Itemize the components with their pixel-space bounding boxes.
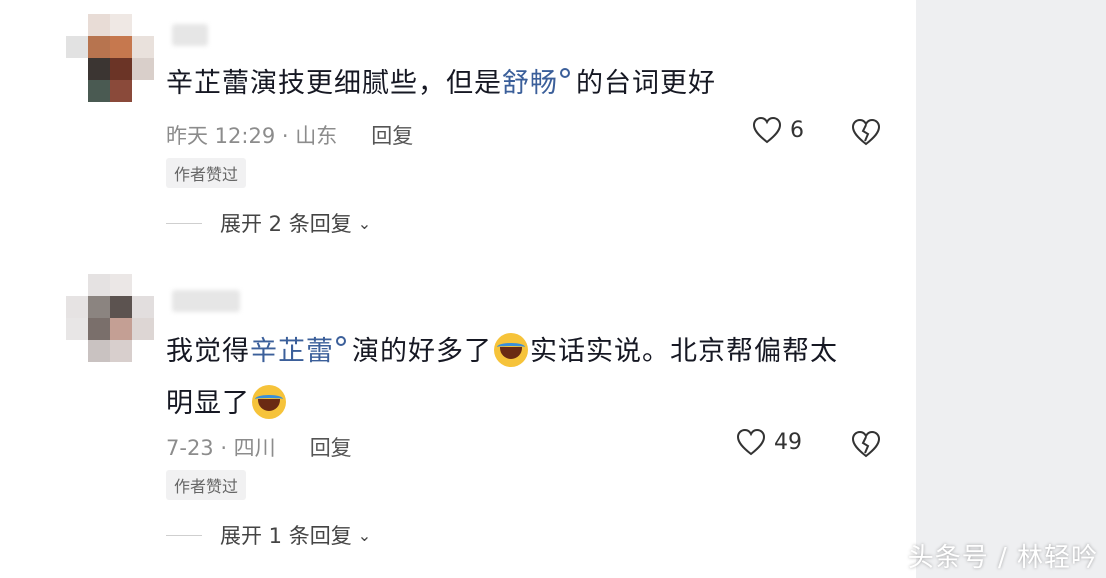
avatar[interactable] (66, 14, 154, 102)
search-icon[interactable] (560, 68, 570, 78)
divider (166, 534, 202, 536)
dislike-icon[interactable] (851, 429, 881, 459)
search-highlight[interactable]: 辛芷蕾 (250, 336, 334, 367)
laughing-crying-emoji-icon (252, 384, 286, 419)
comment-meta: 昨天 12:29 · 山东 回复 (166, 120, 413, 150)
heart-icon (752, 116, 782, 144)
laughing-crying-emoji-icon (494, 332, 528, 367)
username-blurred[interactable] (172, 24, 208, 46)
chevron-down-icon: ⌄ (357, 525, 372, 545)
author-liked-badge: 作者赞过 (166, 158, 247, 188)
divider (166, 222, 202, 224)
comment-text: 辛芷蕾演技更细腻些，但是舒畅 的台词更好 (166, 68, 716, 99)
like-count: 49 (774, 429, 802, 455)
dislike-icon[interactable] (851, 117, 881, 147)
like-button[interactable]: 6 (752, 116, 804, 144)
side-strip (916, 0, 1106, 578)
reply-button[interactable]: 回复 (371, 124, 413, 148)
like-count: 6 (790, 117, 804, 143)
time-location: 7-23 · 四川 (166, 436, 276, 460)
username-blurred[interactable] (172, 290, 240, 312)
author-liked-badge: 作者赞过 (166, 470, 247, 500)
search-highlight[interactable]: 舒畅 (502, 68, 558, 99)
expand-replies-button[interactable]: 展开 2 条回复 ⌄ (166, 208, 371, 238)
like-button[interactable]: 49 (736, 428, 802, 456)
time-location: 昨天 12:29 · 山东 (166, 124, 338, 148)
expand-replies-button[interactable]: 展开 1 条回复 ⌄ (166, 520, 371, 550)
watermark: 头条号 / 林轻吟 (907, 543, 1098, 573)
chevron-down-icon: ⌄ (357, 213, 372, 233)
comment-text: 我觉得辛芷蕾 演的好多了 实话实说。北京帮偏帮太 明显了 (166, 326, 886, 430)
avatar[interactable] (66, 274, 154, 362)
heart-icon (736, 428, 766, 456)
comment-meta: 7-23 · 四川 回复 (166, 432, 352, 462)
search-icon[interactable] (336, 336, 346, 346)
reply-button[interactable]: 回复 (310, 436, 352, 460)
